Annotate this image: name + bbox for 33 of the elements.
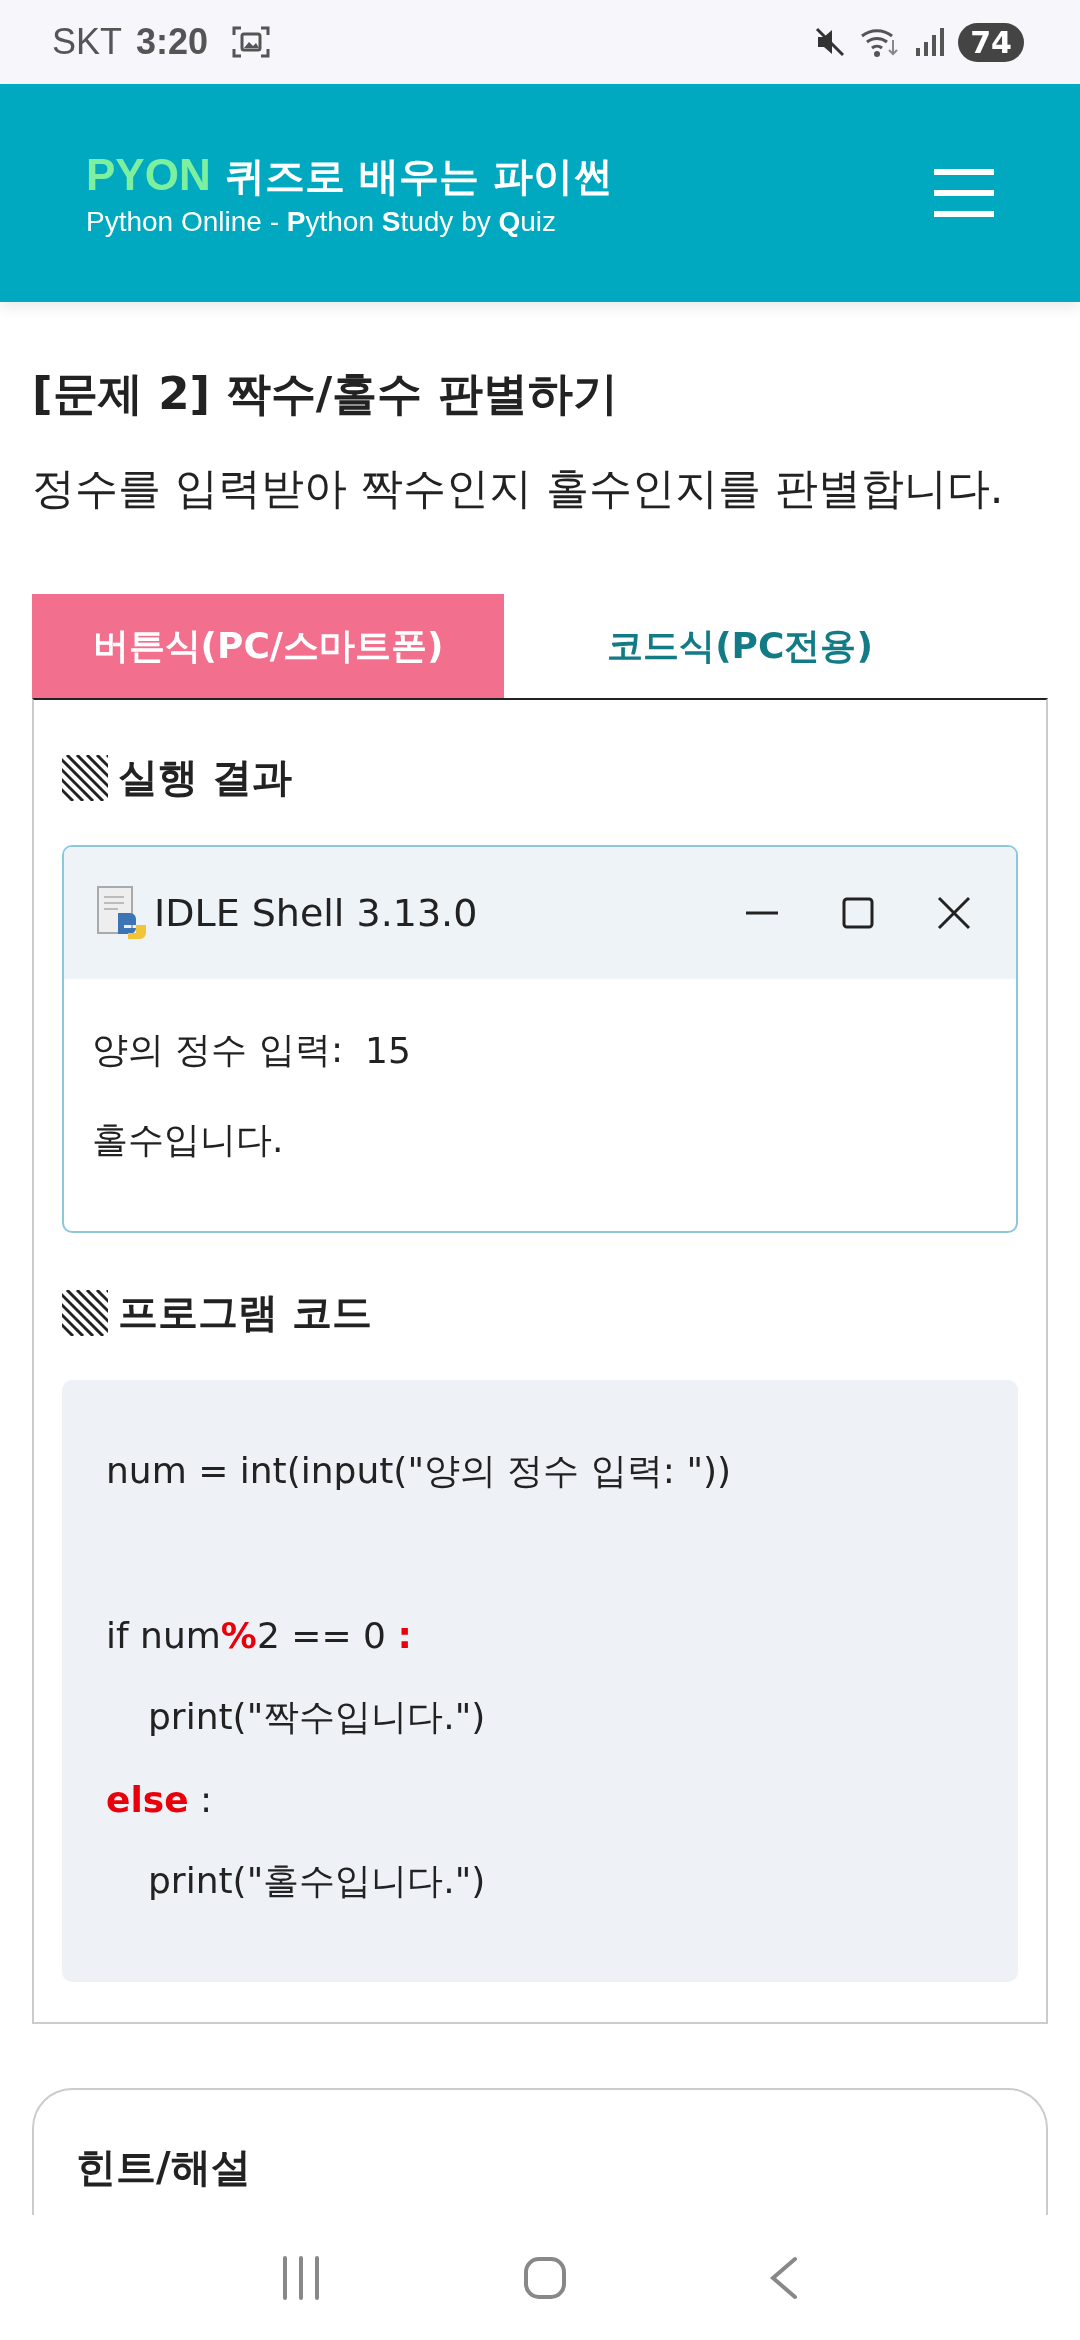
code-line: print("홀수입니다.")	[147, 1858, 487, 1903]
menu-icon[interactable]	[934, 167, 994, 219]
hint-heading: 힌트/해설	[76, 2144, 251, 2190]
back-icon[interactable]	[769, 2255, 799, 2300]
site-subtitle: Python Online - Python Study by Quiz	[86, 205, 558, 238]
section-heading: 프로그램 코드	[118, 1288, 372, 1337]
code-line: else :	[106, 1777, 214, 1822]
problem-title: [문제 2] 짝수/홀수 판별하기	[32, 366, 619, 422]
wifi-icon	[860, 26, 901, 58]
maximize-icon[interactable]	[840, 895, 876, 931]
hatch-icon	[62, 754, 108, 801]
code-line: num = int(input("양의 정수 입력: "))	[106, 1448, 733, 1493]
close-icon[interactable]	[936, 895, 972, 931]
section-heading: 실행 결과	[118, 753, 292, 802]
shell-output: 양의 정수 입력:	[92, 1027, 343, 1072]
entered-value: 15	[365, 1029, 411, 1071]
window-title: IDLE Shell 3.13.0	[154, 891, 478, 935]
site-title: 퀴즈로 배우는 파이썬	[224, 151, 613, 201]
mute-icon	[814, 26, 847, 58]
hatch-icon	[62, 1289, 108, 1336]
battery-indicator: 74	[958, 22, 1024, 62]
home-icon[interactable]	[523, 2255, 567, 2300]
carrier-name: SKT	[52, 21, 122, 63]
signal-icon	[914, 26, 945, 58]
problem-description: 정수를 입력받아 짝수인지 홀수인지를 판별합니다.	[32, 462, 1005, 515]
code-line: print("짝수입니다.")	[147, 1694, 487, 1739]
brand-name: PYON	[86, 149, 211, 200]
recent-apps-icon[interactable]	[281, 2255, 321, 2300]
tab[interactable]: 버튼식(PC/스마트폰)	[32, 594, 504, 698]
code-line: if num%2 == 0 :	[106, 1613, 413, 1658]
shell-output: 홀수입니다.	[92, 1117, 284, 1162]
clock: 3:20	[136, 21, 209, 63]
screenshot-icon	[232, 25, 271, 59]
